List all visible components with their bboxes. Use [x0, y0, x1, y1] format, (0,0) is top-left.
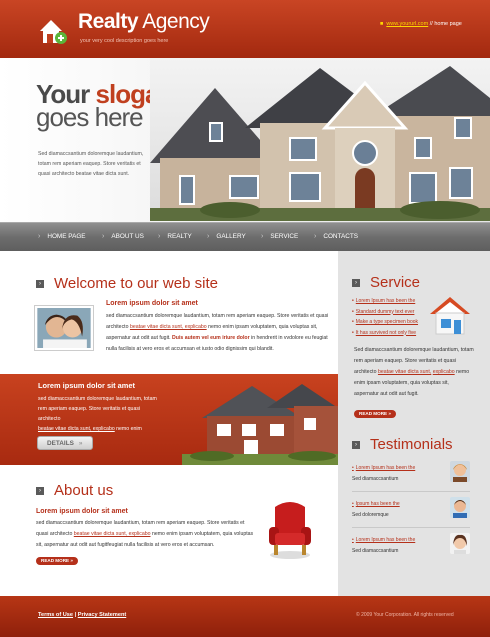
copyright: © 2009 Your Corporation. All rights rese…	[356, 612, 454, 618]
hero-banner: Your slogan goes here Sed diamaccsantium…	[0, 58, 490, 223]
welcome-text: sed diamaccsantium doloremque laudantium…	[106, 313, 329, 352]
hero-house-image	[150, 58, 490, 221]
divider	[352, 491, 470, 492]
details-button[interactable]: DETAILS»	[37, 436, 93, 450]
nav-home-page[interactable]: › HOME PAGE	[38, 233, 86, 240]
nav-arrow-icon: ›	[207, 233, 210, 240]
service-item[interactable]: • It has survived not only five	[352, 328, 432, 339]
nav-arrow-icon: ›	[38, 233, 41, 240]
avatar	[450, 461, 470, 482]
testimonial-item: • Ipsum has been the Sed doloremque	[352, 497, 470, 533]
bullet-icon: •	[352, 298, 354, 304]
top-links: ■ www.yoururl.com // home page	[380, 21, 462, 27]
about-heading: Lorem ipsum dolor sit amet	[36, 508, 128, 515]
nav-arrow-icon: ›	[261, 233, 264, 240]
about-read-more-button[interactable]: READ MORE »	[36, 557, 78, 565]
nav-arrow-icon: ›	[102, 233, 105, 240]
welcome-title: › Welcome to our web site	[36, 275, 218, 292]
top-link-separator: //	[428, 21, 433, 27]
house-logo-icon[interactable]	[38, 17, 68, 45]
home-page-link[interactable]: home page	[434, 21, 462, 27]
about-inline-link[interactable]: beatae vitae dicta sunt, explicabo	[74, 531, 151, 537]
welcome-inline-link[interactable]: beatae vitae dicta sunt, explicabo	[130, 324, 207, 330]
details-arrow-icon: »	[78, 440, 83, 447]
tagline: your very cool description goes here	[80, 38, 169, 44]
service-inline-link-2[interactable]: explicabo	[433, 369, 455, 375]
divider	[352, 527, 470, 528]
about-title: › About us	[36, 482, 113, 499]
site-footer: Terms of Use | Privacy Statement © 2009 …	[0, 596, 490, 637]
hero-description: Sed diamaccsantium doloremque laudantium…	[38, 151, 144, 177]
nav-gallery[interactable]: › GALLERY	[207, 233, 246, 240]
terms-of-use-link[interactable]: Terms of Use	[38, 612, 73, 618]
service-list: • Lorem Ipsum has been the • Standard dumm…	[352, 296, 432, 338]
site-header: Realty Agency your very cool description…	[0, 0, 490, 58]
promo-text: sed diamaccsantium doloremque laudantium…	[38, 396, 157, 432]
title-arrow-icon: ›	[352, 440, 360, 449]
footer-links: Terms of Use | Privacy Statement	[38, 612, 126, 618]
nav-service[interactable]: › SERVICE	[261, 233, 298, 240]
testimonial-item: • Lorem Ipsum has been the Sed diamaccsan…	[352, 533, 470, 569]
privacy-statement-link[interactable]: Privacy Statement	[78, 612, 127, 618]
site-url-link[interactable]: www.yoururl.com	[386, 21, 428, 27]
home-bullet-icon: ■	[380, 21, 384, 27]
welcome-highlight: Duis autem vel eum iriure dolor	[172, 335, 250, 341]
service-read-more-button[interactable]: READ MORE »	[354, 410, 396, 418]
nav-contacts[interactable]: › CONTACTS	[314, 233, 358, 240]
bullet-icon: •	[352, 308, 354, 315]
title-arrow-icon: ›	[36, 486, 44, 495]
welcome-heading: Lorem ipsum dolor sit amet	[106, 300, 198, 307]
bullet-icon: •	[352, 329, 354, 336]
avatar	[450, 533, 470, 554]
service-item[interactable]: • Standard dummy text ever	[352, 307, 432, 318]
armchair-image	[269, 502, 311, 559]
nav-arrow-icon: ›	[314, 233, 317, 240]
promo-house-image	[182, 384, 338, 465]
promo-heading: Lorem ipsum dolor sit amet	[38, 381, 135, 390]
nav-arrow-icon: ›	[158, 233, 161, 240]
brand-name[interactable]: Realty Agency	[78, 10, 210, 34]
couple-photo	[34, 305, 94, 351]
about-text: sed diamaccsantium doloremque laudantium…	[36, 520, 254, 548]
title-arrow-icon: ›	[352, 278, 360, 287]
bullet-icon: •	[352, 319, 354, 325]
testimonials-title: › Testimonials	[352, 436, 453, 453]
nav-realty[interactable]: › REALTY	[158, 233, 192, 240]
testimonial-item: • Lorem Ipsum has been the Sed diamaccsan…	[352, 461, 470, 497]
service-text: Sed diamaccsantium doloremque laudantium…	[354, 347, 474, 397]
promo-link[interactable]: beatae vitae dicta sunt, explicabo	[38, 426, 115, 432]
service-house-icon	[430, 297, 470, 335]
service-title: › Service	[352, 274, 420, 291]
avatar	[450, 497, 470, 518]
title-arrow-icon: ›	[36, 279, 44, 288]
service-item[interactable]: • Make a type specimen book	[352, 317, 432, 328]
nav-about-us[interactable]: › ABOUT US	[102, 233, 144, 240]
service-inline-link[interactable]: beatae vitae dicta sunt,	[378, 369, 431, 375]
main-nav: › HOME PAGE › ABOUT US › REALTY › GALLERY › S…	[0, 222, 490, 251]
service-item[interactable]: • Lorem Ipsum has been the	[352, 296, 432, 307]
